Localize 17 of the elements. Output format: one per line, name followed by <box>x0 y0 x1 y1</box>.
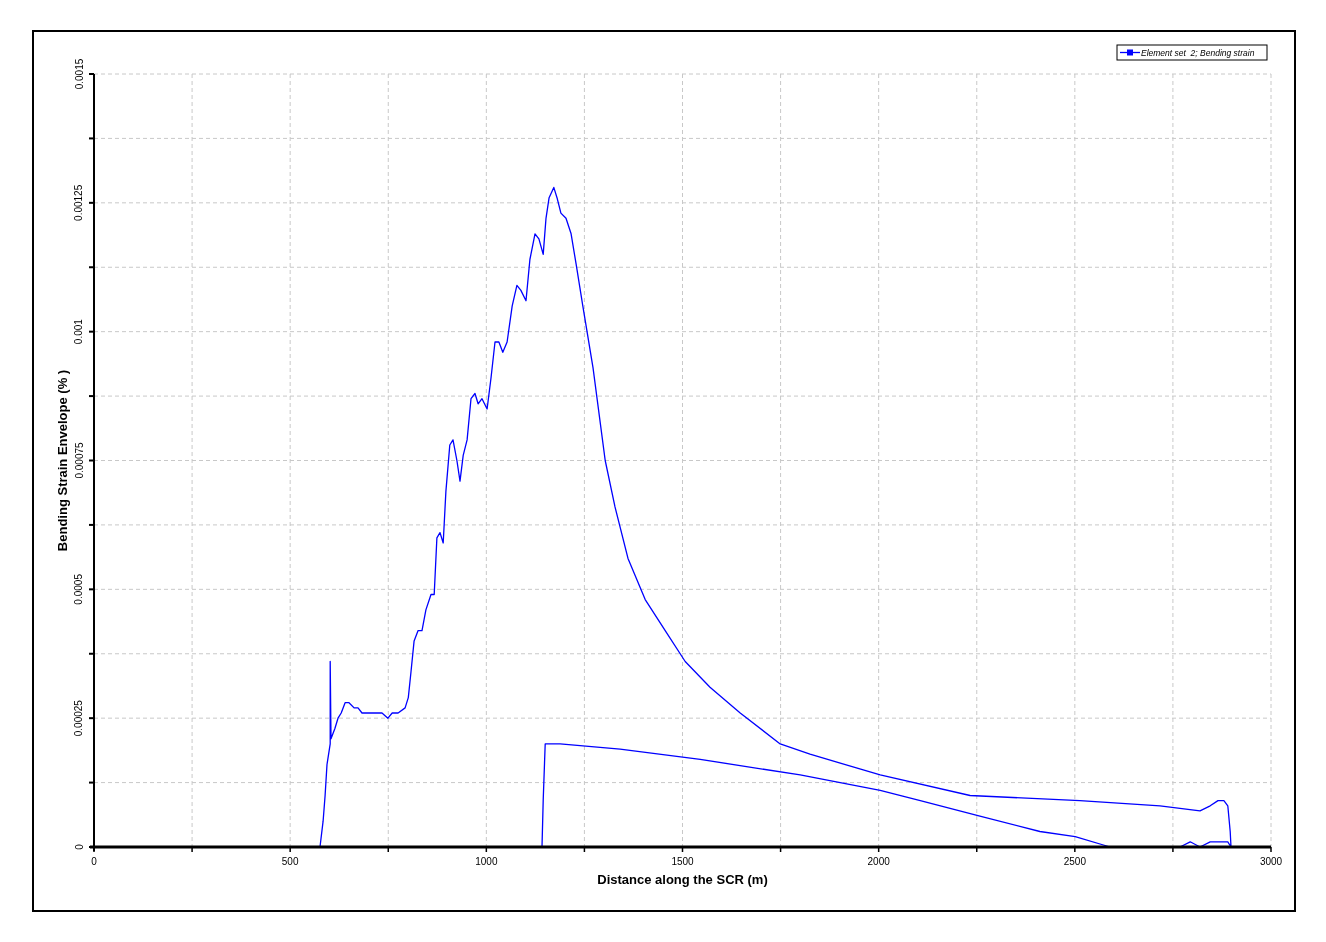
x-tick-label: 2000 <box>867 856 890 867</box>
x-tick-label: 3000 <box>1259 856 1283 867</box>
y-tick-label: 0.0015 <box>73 58 85 90</box>
y-tick-label: 0.001 <box>73 319 85 345</box>
legend-label: Element set 2; Bending strain <box>1141 48 1255 58</box>
y-tick-label: 0.00025 <box>73 700 85 737</box>
x-tick-label: 2500 <box>1063 856 1086 867</box>
x-tick-label: 1500 <box>671 856 694 867</box>
x-tick-label: 500 <box>281 856 299 867</box>
x-axis-title: Distance along the SCR (m) <box>597 872 768 887</box>
y-tick-label: 0.0005 <box>73 574 85 605</box>
y-tick-label: 0 <box>73 844 85 850</box>
y-tick-label: 0.00075 <box>73 442 85 479</box>
x-tick-label: 0 <box>91 856 97 867</box>
y-tick-label: 0.00125 <box>73 184 85 221</box>
y-axis-title: Bending Strain Envelope (% ) <box>54 369 70 552</box>
x-tick-label: 1000 <box>475 856 498 867</box>
